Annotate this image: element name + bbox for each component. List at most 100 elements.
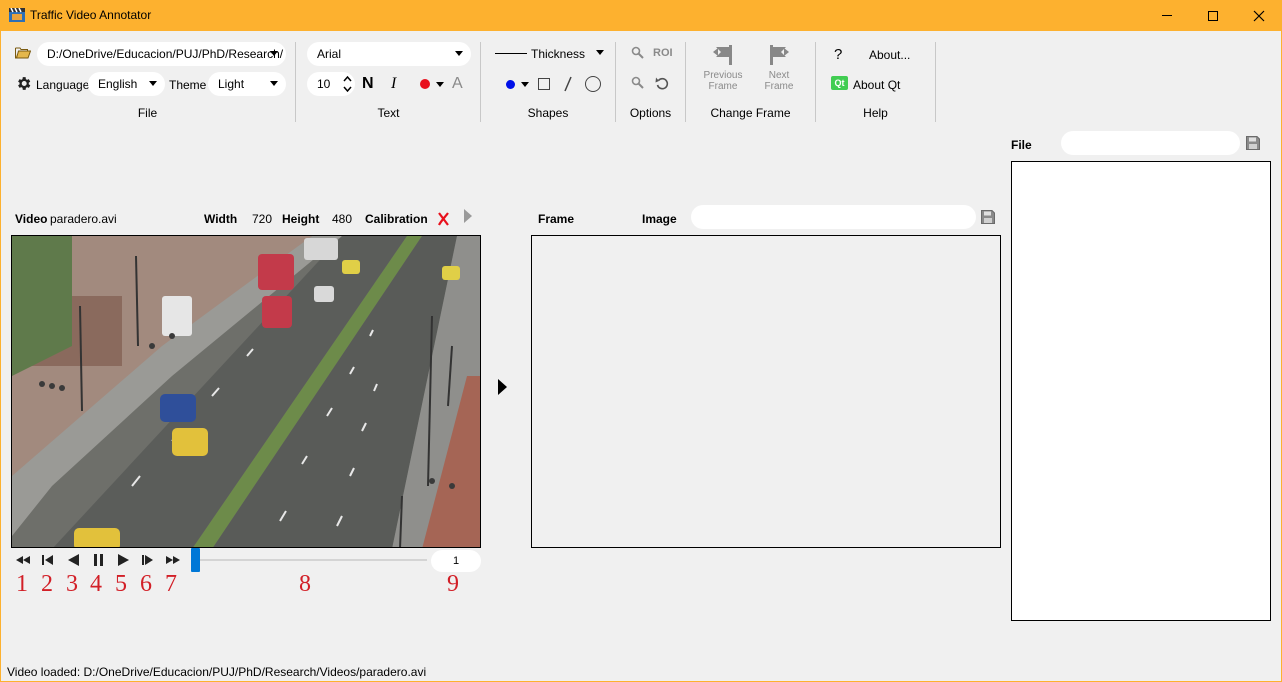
maximize-icon	[1208, 10, 1218, 21]
minimize-icon	[1162, 15, 1172, 16]
step-forward-icon	[142, 555, 153, 565]
font-size-spinbox[interactable]: 10	[307, 72, 355, 96]
qt-logo-icon: Qt	[831, 76, 848, 90]
maximize-button[interactable]	[1190, 0, 1236, 31]
annotation-number: 3	[66, 571, 78, 597]
fast-forward-icon	[166, 556, 180, 564]
video-filename: paradero.avi	[50, 212, 117, 226]
file-name-field[interactable]	[1061, 131, 1240, 155]
video-frame-image	[12, 236, 480, 547]
step-forward-button[interactable]	[139, 553, 157, 567]
previous-flag-icon	[713, 45, 732, 65]
close-icon	[1253, 10, 1265, 21]
previous-frame-label-1: Previous	[703, 70, 743, 81]
frame-canvas[interactable]	[531, 235, 1001, 548]
annotation-number: 4	[90, 571, 102, 597]
bold-button[interactable]: N	[362, 75, 374, 93]
annotation-number: 7	[165, 571, 177, 597]
next-frame-button[interactable]: Next Frame	[756, 42, 802, 94]
width-label: Width	[204, 212, 238, 226]
directory-combo[interactable]: D:/OneDrive/Educacion/PUJ/PhD/Research/	[37, 42, 286, 66]
language-combo[interactable]: English	[88, 72, 165, 96]
chevron-down-icon	[455, 51, 463, 56]
roi-label[interactable]: ROI	[653, 47, 673, 59]
calibration-status-x-icon[interactable]	[437, 211, 450, 226]
width-value: 720	[252, 212, 273, 226]
calibration-label: Calibration	[365, 212, 428, 226]
window-title: Traffic Video Annotator	[30, 8, 152, 22]
about-qt-button[interactable]: About Qt	[853, 78, 900, 92]
pause-button[interactable]	[89, 553, 107, 567]
font-combo[interactable]: Arial	[307, 42, 471, 66]
title-bar: Traffic Video Annotator	[0, 0, 1282, 31]
rectangle-shape-icon[interactable]	[538, 78, 550, 90]
help-group-label: Help	[863, 106, 888, 120]
chevron-down-icon[interactable]	[436, 82, 444, 87]
next-frame-label-2: Frame	[764, 81, 794, 92]
step-back-icon	[42, 555, 53, 565]
app-clapperboard-icon	[9, 8, 25, 22]
point-shape-icon[interactable]	[506, 80, 515, 89]
previous-frame-button[interactable]: Previous Frame	[700, 42, 746, 94]
image-name-field[interactable]	[691, 205, 976, 229]
annotation-number: 9	[447, 571, 459, 597]
play-button[interactable]	[114, 553, 132, 567]
next-flag-icon	[770, 45, 789, 65]
italic-button[interactable]: I	[391, 75, 396, 93]
calibration-play-icon[interactable]	[463, 209, 473, 223]
file-label: File	[1011, 138, 1032, 152]
slider-track	[191, 559, 427, 561]
spin-arrows-icon[interactable]	[343, 75, 352, 93]
theme-combo[interactable]: Light	[208, 72, 286, 96]
file-group-label: File	[137, 106, 158, 120]
chevron-down-icon	[270, 81, 278, 86]
chevron-down-icon	[270, 51, 278, 56]
language-value: English	[98, 77, 138, 91]
save-file-icon[interactable]	[1246, 136, 1260, 150]
annotation-number: 2	[41, 571, 53, 597]
step-back-button[interactable]	[39, 553, 57, 567]
frame-number-field[interactable]: 1	[431, 550, 481, 572]
change-frame-group-label: Change Frame	[710, 106, 791, 120]
text-color-icon[interactable]	[420, 79, 430, 89]
last-frame-button[interactable]	[164, 553, 182, 567]
send-frame-arrow-icon[interactable]	[498, 379, 507, 395]
about-button[interactable]: About...	[869, 48, 910, 62]
close-button[interactable]	[1236, 0, 1282, 31]
minimize-button[interactable]	[1144, 0, 1190, 31]
next-frame-label-1: Next	[768, 70, 790, 81]
undo-icon[interactable]	[655, 76, 670, 91]
status-bar-text: Video loaded: D:/OneDrive/Educacion/PUJ/…	[7, 665, 427, 679]
frame-label: Frame	[538, 212, 575, 226]
chevron-down-icon	[596, 50, 604, 55]
line-shape-icon[interactable]	[563, 76, 573, 92]
help-icon[interactable]: ?	[834, 46, 842, 63]
height-value: 480	[332, 212, 353, 226]
video-display[interactable]	[11, 235, 481, 548]
rewind-icon	[16, 556, 30, 564]
frame-slider[interactable]	[191, 548, 427, 572]
video-label: Video	[15, 212, 48, 226]
options-group-label: Options	[629, 106, 672, 120]
play-backward-icon	[67, 554, 79, 566]
line-thickness-icon	[495, 53, 527, 54]
annotation-number: 5	[115, 571, 127, 597]
annotations-text-area[interactable]	[1011, 161, 1271, 621]
zoom-roi-icon[interactable]	[631, 46, 644, 59]
thickness-combo[interactable]: Thickness	[493, 42, 611, 66]
font-value: Arial	[317, 47, 342, 61]
first-frame-button[interactable]	[14, 553, 32, 567]
circle-shape-icon[interactable]	[585, 76, 601, 92]
theme-value: Light	[218, 77, 245, 91]
open-folder-icon[interactable]	[15, 46, 31, 59]
play-backward-button[interactable]	[64, 553, 82, 567]
chevron-down-icon[interactable]	[521, 82, 529, 87]
directory-path: D:/OneDrive/Educacion/PUJ/PhD/Research/	[47, 47, 284, 61]
font-color-button[interactable]: A	[452, 75, 463, 93]
height-label: Height	[282, 212, 320, 226]
zoom-icon[interactable]	[631, 76, 644, 89]
thickness-label: Thickness	[531, 47, 586, 61]
save-image-icon[interactable]	[981, 210, 995, 224]
play-icon	[117, 554, 129, 566]
slider-handle[interactable]	[191, 548, 200, 572]
